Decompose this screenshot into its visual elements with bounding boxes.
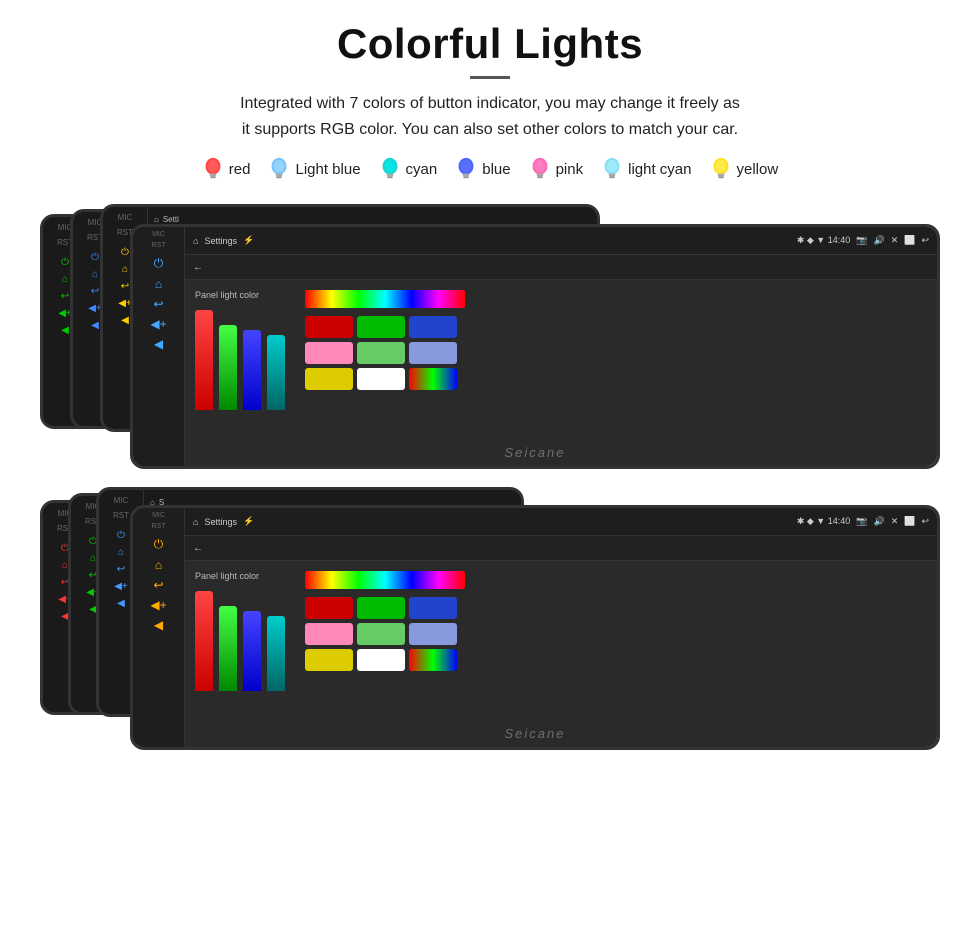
usb-icon-bot: ⚡	[243, 516, 254, 527]
swatch-green-top[interactable]	[357, 316, 405, 338]
bar-green-top	[219, 325, 237, 410]
bulb-icon-lightcyan	[601, 156, 623, 182]
bar-green-bot	[219, 606, 237, 691]
color-label-pink: pink	[556, 161, 584, 178]
panel-label-bot: Panel light color	[195, 571, 285, 581]
swatch-row3-top	[305, 368, 465, 390]
color-bars-bot: Panel light color	[195, 571, 285, 737]
color-label-red: red	[229, 161, 251, 178]
swatches-bot	[305, 571, 465, 737]
description: Integrated with 7 colors of button indic…	[40, 91, 940, 142]
swatch-red-top[interactable]	[305, 316, 353, 338]
color-label-yellow: yellow	[737, 161, 779, 178]
bars-container-bot	[195, 591, 285, 691]
window-icon-bot: ⬜	[904, 516, 915, 527]
swatch-row2-top	[305, 342, 465, 364]
back-icon: ↩	[921, 235, 929, 246]
color-item-pink: pink	[529, 156, 584, 182]
swatch-red-bot[interactable]	[305, 597, 353, 619]
color-label-lightblue: Light blue	[295, 161, 360, 178]
swatch-pink-top[interactable]	[305, 342, 353, 364]
bars-container-top	[195, 310, 285, 410]
swatch-row1-bot	[305, 597, 465, 619]
swatch-rgb-bot[interactable]	[409, 649, 457, 671]
bulb-icon-blue	[455, 156, 477, 182]
main-top-content: ⌂ Settings ⚡ ✱ ◆ ▼ 14:40 📷 🔊 ✕ ⬜ ↩ ←	[185, 227, 937, 466]
swatch-lgreen-bot[interactable]	[357, 623, 405, 645]
status-icons: ✱ ◆ ▼ 14:40	[797, 235, 850, 246]
bulb-icon-red	[202, 156, 224, 182]
close-icon-bot: ✕	[891, 516, 899, 527]
swatch-lblue-bot[interactable]	[409, 623, 457, 645]
settings-label: Settings	[204, 236, 237, 246]
color-item-red: red	[202, 156, 251, 182]
main-bot-topbar: ⌂ Settings ⚡ ✱ ◆ ▼ 14:40 📷 🔊 ✕ ⬜ ↩	[185, 508, 937, 536]
bar-blue-bot	[243, 611, 261, 691]
window-icon: ⬜	[904, 235, 915, 246]
main-top-body: Panel light color	[185, 280, 937, 466]
volume-icon: 🔊	[873, 235, 884, 246]
page-container: Colorful Lights Integrated with 7 colors…	[0, 0, 980, 785]
bulb-icon-cyan	[379, 156, 401, 182]
back-icon-bot: ↩	[921, 516, 929, 527]
color-label-lightcyan: light cyan	[628, 161, 691, 178]
swatch-lgreen-top[interactable]	[357, 342, 405, 364]
color-indicators-row: red Light blue cyan	[40, 156, 940, 182]
device-main-top: MIC RST ⏻ ⌂ ↩ ◀+ ◀ ⌂ Settings ⚡	[130, 224, 940, 469]
swatch-blue-top[interactable]	[409, 316, 457, 338]
bulb-icon-lightblue	[268, 156, 290, 182]
status-icons-bot: ✱ ◆ ▼ 14:40	[797, 516, 850, 527]
bar-cyan-bot	[267, 616, 285, 691]
bar-blue-top	[243, 330, 261, 410]
swatch-lblue-top[interactable]	[409, 342, 457, 364]
title-section: Colorful Lights Integrated with 7 colors…	[40, 20, 940, 142]
usb-icon: ⚡	[243, 235, 254, 246]
bottom-device-row: MIC RST ⏻ ⌂ ↩ ◀+ ◀ ⌂S ←	[40, 485, 940, 755]
swatch-green-bot[interactable]	[357, 597, 405, 619]
camera-icon-bot: 📷	[856, 516, 867, 527]
bar-red-bot	[195, 591, 213, 691]
main-top-sidebar: MIC RST ⏻ ⌂ ↩ ◀+ ◀	[133, 227, 185, 466]
color-item-cyan: cyan	[379, 156, 438, 182]
color-item-blue: blue	[455, 156, 510, 182]
page-title: Colorful Lights	[40, 20, 940, 68]
device-bot-main: MIC RST ⏻ ⌂ ↩ ◀+ ◀ ⌂ Settings ⚡	[130, 505, 940, 750]
bulb-icon-pink	[529, 156, 551, 182]
main-top-topbar: ⌂ Settings ⚡ ✱ ◆ ▼ 14:40 📷 🔊 ✕ ⬜ ↩	[185, 227, 937, 255]
bulb-icon-yellow	[710, 156, 732, 182]
color-item-lightblue: Light blue	[268, 156, 360, 182]
close-icon: ✕	[891, 235, 899, 246]
swatch-white-bot[interactable]	[357, 649, 405, 671]
color-bars-top: Panel light color	[195, 290, 285, 456]
swatches-top	[305, 290, 465, 456]
rainbow-swatch-top	[305, 290, 465, 308]
swatch-yellow-top[interactable]	[305, 368, 353, 390]
panel-label-top: Panel light color	[195, 290, 285, 300]
swatch-row3-bot	[305, 649, 465, 671]
color-item-yellow: yellow	[710, 156, 779, 182]
swatch-row1-top	[305, 316, 465, 338]
color-label-cyan: cyan	[406, 161, 438, 178]
color-item-lightcyan: light cyan	[601, 156, 691, 182]
main-bot-body: Panel light color	[185, 561, 937, 747]
top-device-row: MIC RST ⏻ ⌂ ↩ ◀+ ◀ ⌂Setti ←	[40, 204, 940, 469]
swatch-pink-bot[interactable]	[305, 623, 353, 645]
main-bot-sidebar: MIC RST ⏻ ⌂ ↩ ◀+ ◀	[133, 508, 185, 747]
home-icon: ⌂	[193, 236, 198, 246]
main-bot-content: ⌂ Settings ⚡ ✱ ◆ ▼ 14:40 📷 🔊 ✕ ⬜ ↩ ←	[185, 508, 937, 747]
camera-icon: 📷	[856, 235, 867, 246]
rainbow-swatch-bot	[305, 571, 465, 589]
swatch-white-top[interactable]	[357, 368, 405, 390]
volume-icon-bot: 🔊	[873, 516, 884, 527]
bar-red-top	[195, 310, 213, 410]
swatch-blue-bot[interactable]	[409, 597, 457, 619]
bar-cyan-top	[267, 335, 285, 410]
swatch-row2-bot	[305, 623, 465, 645]
color-label-blue: blue	[482, 161, 510, 178]
settings-label-bot: Settings	[204, 517, 237, 527]
home-icon-bot: ⌂	[193, 517, 198, 527]
swatch-yellow-bot[interactable]	[305, 649, 353, 671]
title-divider	[470, 76, 510, 79]
swatch-rgb-top[interactable]	[409, 368, 457, 390]
